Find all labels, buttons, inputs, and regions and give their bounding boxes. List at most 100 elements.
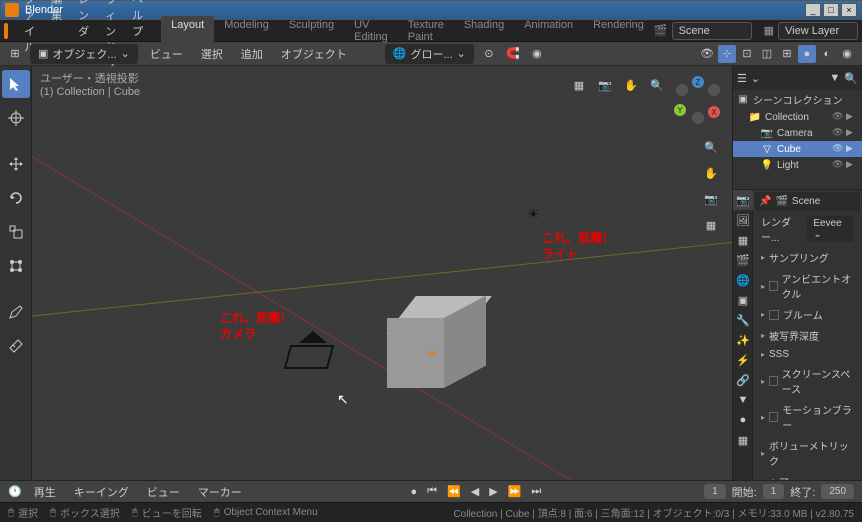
disable-icon[interactable]: ▶ [846,111,858,123]
keyframe-next-icon[interactable]: ⏩ [506,485,524,498]
workspace-tab-rendering[interactable]: Rendering [583,16,654,46]
workspace-tab-uv editing[interactable]: UV Editing [344,16,398,46]
measure-tool[interactable] [2,332,30,360]
gizmo-z[interactable]: Z [692,76,704,88]
maximize-button[interactable]: □ [823,3,839,17]
start-frame-field[interactable]: 1 [763,484,785,499]
scale-tool[interactable] [2,218,30,246]
view-menu[interactable]: ビュー [144,44,189,64]
timeline-view-menu[interactable]: ビュー [141,482,186,502]
jump-start-icon[interactable]: ⏮ [425,485,439,498]
editor-type-icon[interactable]: ⊞ [6,45,24,63]
disable-icon[interactable]: ▶ [846,143,858,155]
play-icon[interactable]: ▶ [487,485,499,498]
pan-icon[interactable]: ✋ [700,162,722,184]
workspace-tab-shading[interactable]: Shading [454,16,514,46]
gizmo-y[interactable]: Y [674,104,686,116]
outliner-row-collection[interactable]: 📁Collection👁▶ [733,109,862,125]
scene-name-field[interactable]: Scene [672,22,752,40]
hide-icon[interactable]: 👁 [832,111,844,123]
select-sync-icon[interactable]: ▦ [568,74,590,96]
mode-dropdown[interactable]: ▣ オブジェク... ⌄ [30,44,138,64]
workspace-tab-layout[interactable]: Layout [161,16,214,46]
autokeying-icon[interactable]: ● [408,486,419,498]
light-object[interactable]: ☀ [527,206,540,223]
filter-icon[interactable]: ▼ [829,72,840,84]
cursor-tool[interactable] [2,104,30,132]
xray-icon[interactable]: ◫ [758,45,776,63]
gizmo-x[interactable]: X [708,106,720,118]
outliner-type-icon[interactable]: ☰ [737,72,747,85]
annotate-tool[interactable] [2,298,30,326]
camera-view-icon[interactable]: 📷 [700,188,722,210]
current-frame-field[interactable]: 1 [704,484,726,499]
gizmo-neg-z[interactable] [692,112,704,124]
cube-object[interactable] [387,296,472,381]
move-tool[interactable] [2,150,30,178]
property-panel-row[interactable]: ▸ヘアー [755,471,860,480]
play-reverse-icon[interactable]: ◀ [469,485,481,498]
physics-tab[interactable]: ⚡ [733,350,753,370]
proportional-edit-icon[interactable]: ◉ [528,45,546,63]
disable-icon[interactable]: ▶ [846,127,858,139]
render-tab[interactable]: 📷 [733,190,753,210]
property-panel-row[interactable]: ▸サンプリング [755,247,860,268]
select-menu[interactable]: 選択 [195,44,229,64]
panel-checkbox[interactable] [769,412,778,422]
axis-gizmo[interactable]: X Y Z [674,76,722,124]
panel-checkbox[interactable] [769,376,778,386]
panel-checkbox[interactable] [769,281,778,291]
timeline-icon[interactable]: 🕐 [8,485,22,498]
transform-orientation[interactable]: 🌐 グロー... ⌄ [385,44,474,64]
property-panel-row[interactable]: ▸スクリーンスペース [755,363,860,399]
gizmo-toggle[interactable]: ⊹ [718,45,736,63]
property-panel-row[interactable]: ▸ブルーム [755,304,860,325]
panel-checkbox[interactable] [769,310,779,320]
constraint-tab[interactable]: 🔗 [733,370,753,390]
disable-icon[interactable]: ▶ [846,159,858,171]
pin-icon[interactable]: 📌 [759,196,771,207]
camera-snap-icon[interactable]: 📷 [594,74,616,96]
shading-render-icon[interactable]: ◉ [838,45,856,63]
shading-matcap-icon[interactable]: ◐ [818,45,836,63]
outliner-row-light[interactable]: 💡Light👁▶ [733,157,862,173]
add-menu[interactable]: 追加 [235,44,269,64]
mesh-tab[interactable]: ▼ [733,390,753,410]
end-frame-field[interactable]: 250 [821,484,854,499]
zoom-icon[interactable]: 🔍 [646,74,668,96]
property-panel-row[interactable]: ▸モーションブラー [755,399,860,435]
particle-tab[interactable]: ✨ [733,330,753,350]
outliner-row-cube[interactable]: ▽Cube👁▶ [733,141,862,157]
outliner-scene-row[interactable]: ▣ シーンコレクション [733,90,862,109]
workspace-tab-sculpting[interactable]: Sculpting [279,16,344,46]
world-tab[interactable]: 🌐 [733,270,753,290]
search-icon[interactable]: 🔍 [844,72,858,85]
transform-tool[interactable] [2,252,30,280]
scene-tab[interactable]: 🎬 [733,250,753,270]
property-panel-row[interactable]: ▸ボリューメトリック [755,435,860,471]
overlay-icon[interactable]: ⊡ [738,45,756,63]
select-tool[interactable] [2,70,30,98]
material-tab[interactable]: ● [733,410,753,430]
perspective-icon[interactable]: ▦ [700,214,722,236]
hide-icon[interactable]: 👁 [832,143,844,155]
property-panel-row[interactable]: ▸SSS [755,346,860,363]
zoom-in-icon[interactable]: 🔍 [700,136,722,158]
view-layer-field[interactable]: View Layer [778,22,858,40]
gizmo-neg-x[interactable] [676,84,688,96]
camera-object[interactable] [287,331,337,371]
workspace-tab-modeling[interactable]: Modeling [214,16,279,46]
rotate-tool[interactable] [2,184,30,212]
viewlayer-tab[interactable]: ▦ [733,230,753,250]
render-engine-select[interactable]: Eevee ⌄ [807,216,854,242]
outliner-row-camera[interactable]: 📷Camera👁▶ [733,125,862,141]
keying-menu[interactable]: キーイング [68,482,135,502]
hand-icon[interactable]: ✋ [620,74,642,96]
shading-wire-icon[interactable]: ⊞ [778,45,796,63]
jump-end-icon[interactable]: ⏭ [529,485,543,498]
workspace-tab-animation[interactable]: Animation [514,16,583,46]
snap-icon[interactable]: 🧲 [504,45,522,63]
close-button[interactable]: × [841,3,857,17]
pivot-icon[interactable]: ⊙ [480,45,498,63]
playback-menu[interactable]: 再生 [28,482,62,502]
